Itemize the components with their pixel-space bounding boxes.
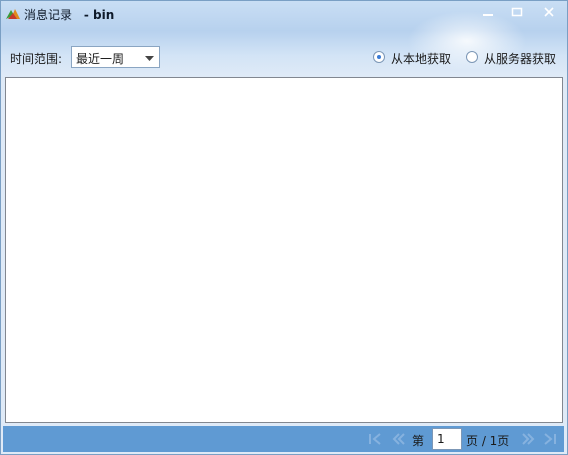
last-page-icon[interactable]: [542, 431, 558, 447]
next-page-icon[interactable]: [521, 431, 537, 447]
maximize-icon: [511, 7, 523, 17]
source-server-label: 从服务器获取: [484, 52, 557, 66]
page-number-input[interactable]: [432, 428, 462, 450]
radio-button-server[interactable]: [466, 51, 478, 63]
app-logo-icon: [6, 9, 20, 19]
page-total-label: 页 / 1页: [466, 434, 510, 448]
message-history-window: 消息记录 - bin 时间范围: 最近一周 从本地获取 从服务器获取 第 1 页…: [0, 0, 568, 455]
time-range-label: 时间范围:: [10, 52, 63, 66]
radio-selected-dot: [377, 55, 381, 59]
minimize-icon: [483, 14, 493, 16]
close-button[interactable]: [535, 3, 563, 21]
source-local-label: 从本地获取: [391, 52, 452, 66]
close-icon: [544, 7, 554, 17]
time-range-select[interactable]: 最近一周: [71, 46, 160, 68]
maximize-button[interactable]: [504, 3, 530, 21]
chevron-down-icon: [145, 56, 154, 61]
window-title-user: - bin: [84, 8, 114, 22]
title-separator: -: [83, 8, 89, 22]
minimize-button[interactable]: [475, 3, 501, 21]
window-title: 消息记录 - bin: [24, 6, 114, 23]
pagination-bar: 第 页 / 1页: [3, 426, 564, 452]
radio-button-local[interactable]: [373, 51, 385, 63]
prev-page-icon[interactable]: [390, 431, 406, 447]
time-range-value: 最近一周: [76, 52, 125, 66]
message-list-area[interactable]: [5, 77, 563, 423]
page-prefix-label: 第: [412, 434, 425, 448]
title-bar[interactable]: 消息记录 - bin: [1, 1, 567, 27]
title-username: bin: [93, 8, 115, 22]
window-title-text: 消息记录: [24, 8, 73, 22]
filter-toolbar: 时间范围: 最近一周 从本地获取 从服务器获取: [1, 43, 567, 71]
first-page-icon[interactable]: [367, 431, 383, 447]
